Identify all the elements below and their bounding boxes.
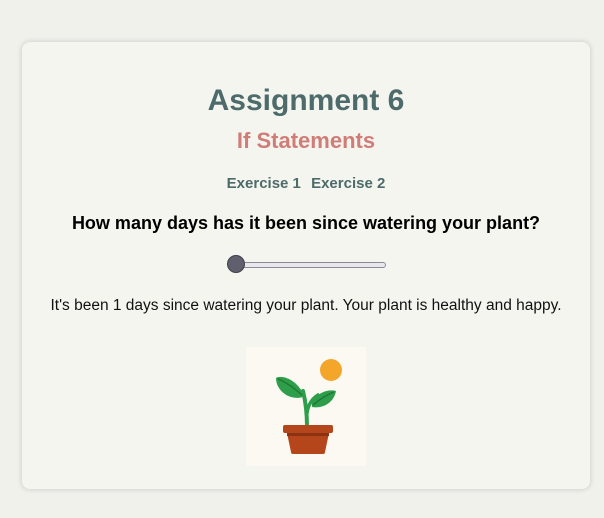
watering-question: How many days has it been since watering… (71, 213, 541, 233)
healthy-plant-icon (276, 359, 342, 454)
page-subtitle: If Statements (236, 128, 376, 153)
slider-thumb[interactable] (227, 255, 245, 273)
slider-track[interactable] (236, 262, 386, 268)
exercise-nav: Exercise 1 Exercise 2 (22, 175, 590, 192)
exercise-1-link[interactable]: Exercise 1 (227, 175, 301, 192)
plant-status-text: It's been 1 days since watering your pla… (50, 297, 562, 314)
sun-icon (320, 359, 342, 381)
assignment-card: Assignment 6 If Statements Exercise 1 Ex… (22, 42, 590, 489)
exercise-2-link[interactable]: Exercise 2 (311, 175, 385, 192)
page-title: Assignment 6 (207, 84, 405, 117)
days-slider[interactable] (226, 254, 388, 276)
plant-image (246, 347, 366, 466)
